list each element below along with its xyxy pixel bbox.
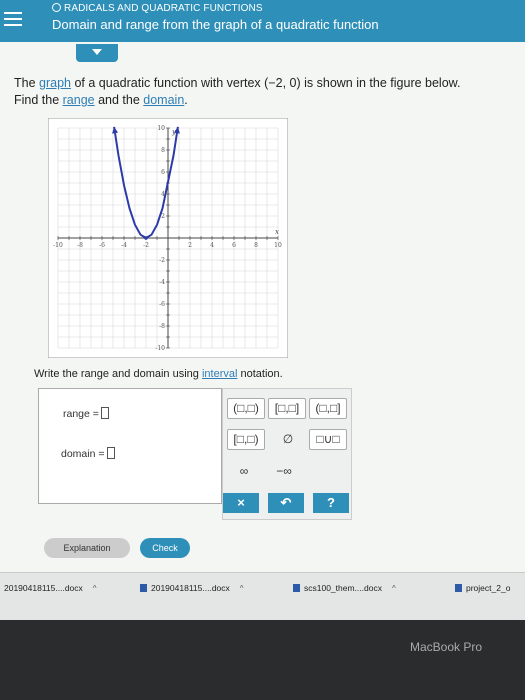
union-button[interactable]: □∪□ xyxy=(309,429,347,450)
menu-icon[interactable] xyxy=(4,12,22,30)
negative-infinity-button[interactable]: −∞ xyxy=(265,461,303,482)
interval-link[interactable]: interval xyxy=(202,368,237,380)
x-tick-label: -6 xyxy=(99,242,105,249)
x-tick-label: -8 xyxy=(77,242,83,249)
undo-button[interactable]: ↶ xyxy=(268,493,304,513)
chevron-up-icon[interactable]: ^ xyxy=(240,584,244,593)
browser-screen: RADICALS AND QUADRATIC FUNCTIONS Domain … xyxy=(0,0,525,620)
range-field: range = xyxy=(63,407,109,420)
vertex-value: (−2, 0) xyxy=(264,76,301,90)
download-item-3[interactable]: scs100_them....docx ^ xyxy=(293,583,396,593)
x-tick-label: 8 xyxy=(254,242,258,249)
domain-link[interactable]: domain xyxy=(143,93,184,107)
downloads-bar: 20190418115....docx ^ 20190418115....docx… xyxy=(0,572,525,620)
answer-box: range = domain = xyxy=(38,388,222,504)
symbol-palette: (□,□) [□,□] (□,□] [□,□) ∅ □∪□ ∞ −∞ × ↶ ? xyxy=(222,388,352,520)
half-open-right-button[interactable]: (□,□] xyxy=(309,398,347,419)
closed-interval-button[interactable]: [□,□] xyxy=(268,398,306,419)
check-button[interactable]: Check xyxy=(140,538,190,558)
y-tick-label: -6 xyxy=(159,301,165,308)
y-tick-label: -8 xyxy=(159,323,165,330)
y-tick-label: 8 xyxy=(161,147,165,154)
x-tick-label: 2 xyxy=(188,242,192,249)
x-tick-label: 4 xyxy=(210,242,214,249)
question-text: The graph of a quadratic function with v… xyxy=(14,76,461,107)
page-title: Domain and range from the graph of a qua… xyxy=(52,17,379,32)
topic-label: RADICALS AND QUADRATIC FUNCTIONS xyxy=(52,3,263,14)
app-header: RADICALS AND QUADRATIC FUNCTIONS Domain … xyxy=(0,0,525,42)
x-tick-label: 10 xyxy=(274,242,282,249)
empty-set-button[interactable]: ∅ xyxy=(270,429,306,450)
collapse-header-button[interactable] xyxy=(76,44,118,62)
triangle-down-icon xyxy=(92,49,102,55)
domain-input[interactable] xyxy=(106,447,115,459)
radio-ring-icon xyxy=(52,3,61,12)
range-input[interactable] xyxy=(100,407,109,419)
x-axis-label: x xyxy=(275,228,279,236)
graph-link[interactable]: graph xyxy=(39,76,71,90)
y-tick-label: 10 xyxy=(157,125,165,132)
download-item-1[interactable]: 20190418115....docx ^ xyxy=(4,583,97,593)
x-tick-label: -2 xyxy=(143,242,149,249)
chevron-up-icon[interactable]: ^ xyxy=(93,584,97,593)
word-file-icon xyxy=(455,584,462,592)
clear-button[interactable]: × xyxy=(223,493,259,513)
y-tick-label: -4 xyxy=(159,279,165,286)
download-item-4[interactable]: project_2_o xyxy=(455,583,510,593)
device-brand: MacBook Pro xyxy=(410,640,483,654)
infinity-button[interactable]: ∞ xyxy=(229,461,259,482)
download-item-2[interactable]: 20190418115....docx ^ xyxy=(140,583,244,593)
y-tick-label: -10 xyxy=(155,345,165,352)
domain-field: domain = xyxy=(61,447,115,460)
word-file-icon xyxy=(140,584,147,592)
explanation-button[interactable]: Explanation xyxy=(44,538,130,558)
x-tick-label: 6 xyxy=(232,242,236,249)
chevron-up-icon[interactable]: ^ xyxy=(392,584,396,593)
help-button[interactable]: ? xyxy=(313,493,349,513)
quadratic-graph: -10 -8 -6 -4 -2 2 4 6 8 10108642-2-4-6-8-10xy xyxy=(47,117,289,359)
x-tick-label: -4 xyxy=(121,242,127,249)
instruction-text: Write the range and domain using interva… xyxy=(34,368,283,380)
y-tick-label: -2 xyxy=(159,257,165,264)
range-link[interactable]: range xyxy=(63,93,95,107)
half-open-left-button[interactable]: [□,□) xyxy=(227,429,265,450)
open-interval-button[interactable]: (□,□) xyxy=(227,398,265,419)
y-tick-label: 2 xyxy=(161,213,165,220)
word-file-icon xyxy=(293,584,300,592)
vertex-point xyxy=(144,236,148,240)
x-tick-label: -10 xyxy=(53,242,63,249)
graph-panel: -10 -8 -6 -4 -2 2 4 6 8 10 10 8 6 4 2 -2 -4 -6 -8 -10 x y xyxy=(47,117,289,363)
y-tick-label: 6 xyxy=(161,169,165,176)
